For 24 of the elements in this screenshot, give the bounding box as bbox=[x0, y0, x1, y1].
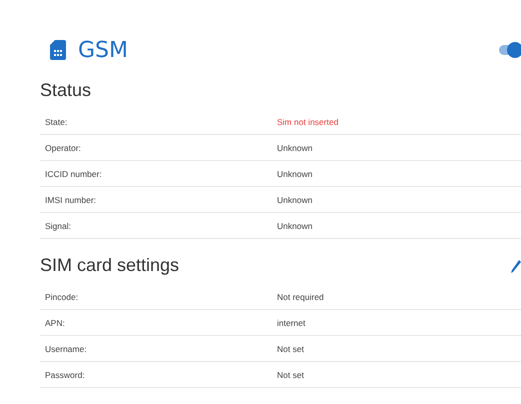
field-value: Not set bbox=[277, 344, 305, 354]
field-value: Not set bbox=[277, 370, 305, 380]
field-value: Not required bbox=[277, 292, 325, 302]
toggle-switch[interactable] bbox=[499, 45, 521, 55]
field-label: IMSI number: bbox=[45, 194, 98, 204]
field-label: Signal: bbox=[45, 220, 72, 230]
section-heading: SIM card settings bbox=[40, 255, 180, 276]
page-title: GSM bbox=[78, 38, 128, 62]
field-value: Unknown bbox=[277, 194, 314, 204]
field-label: ICCID number: bbox=[45, 168, 103, 178]
field-label: Operator: bbox=[45, 142, 82, 152]
pencil-icon[interactable] bbox=[511, 258, 521, 272]
field-value: Sim not inserted bbox=[277, 116, 340, 126]
field-label: Username: bbox=[45, 344, 88, 354]
field-value: Unknown bbox=[277, 168, 314, 178]
section-heading: Status bbox=[40, 80, 92, 101]
sim-card-icon bbox=[50, 40, 66, 60]
field-value: Unknown bbox=[277, 220, 314, 230]
field-label: Pincode: bbox=[45, 292, 80, 302]
field-label: Password: bbox=[45, 370, 86, 380]
field-label: State: bbox=[45, 116, 68, 126]
field-value: Unknown bbox=[277, 142, 314, 152]
field-label: APN: bbox=[45, 318, 66, 328]
field-value: internet bbox=[277, 318, 306, 328]
